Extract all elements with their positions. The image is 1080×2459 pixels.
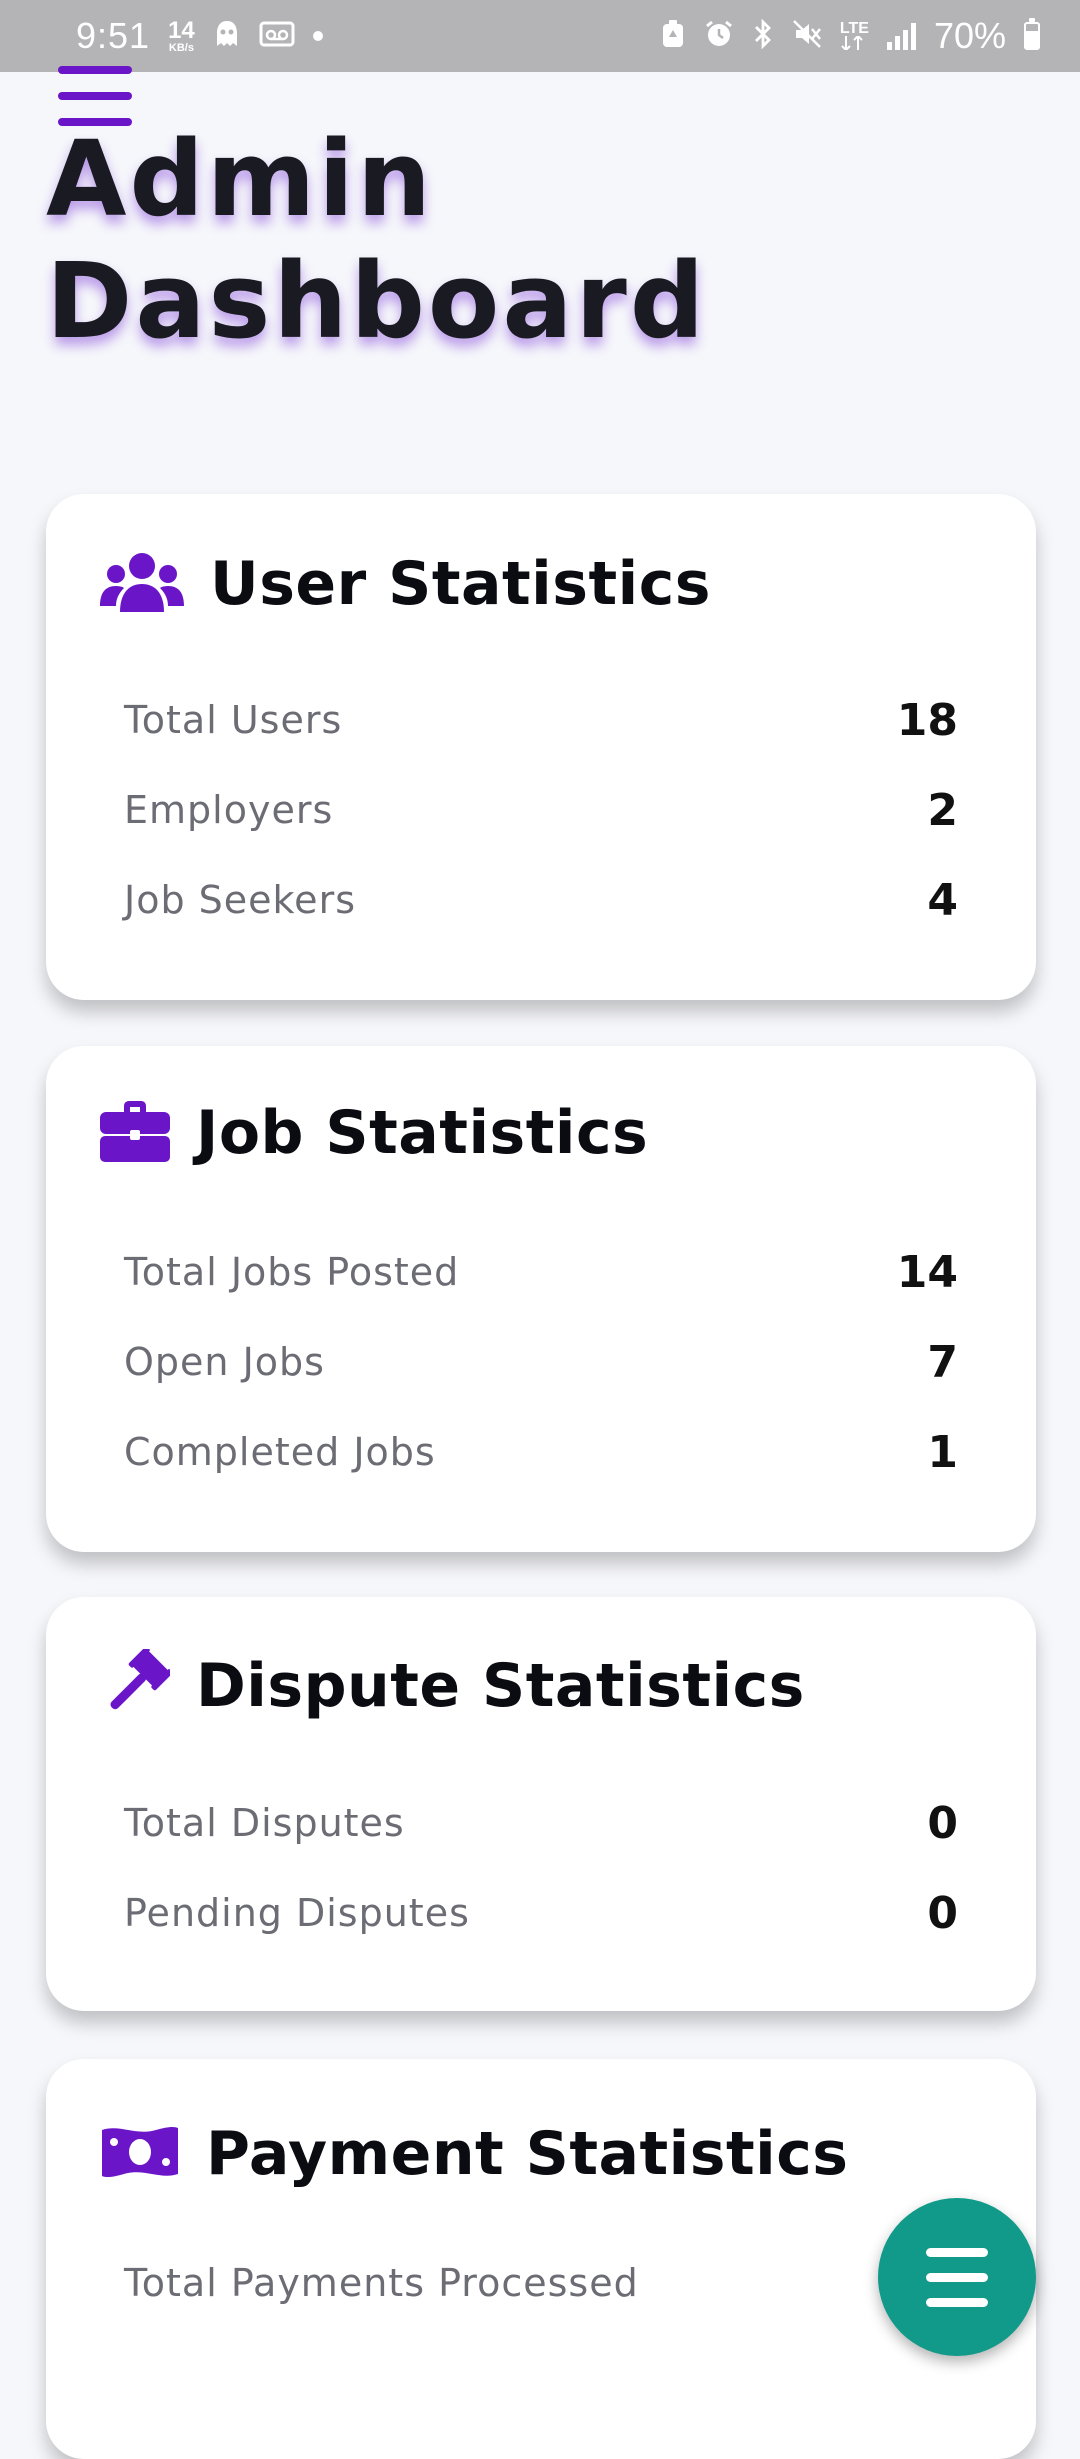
stat-row-job-seekers: Job Seekers 4: [124, 870, 958, 930]
stat-label: Total Disputes: [124, 1801, 405, 1845]
job-statistics-card: Job Statistics Total Jobs Posted 14 Open…: [46, 1046, 1036, 1552]
status-bar-right: LTE 70%: [660, 15, 1040, 57]
fab-line: [926, 2298, 988, 2307]
stat-label: Total Jobs Posted: [124, 1250, 460, 1294]
money-bill-icon: [100, 2122, 180, 2186]
card-title: Job Statistics: [196, 1098, 649, 1168]
stat-label: Job Seekers: [124, 878, 356, 922]
network-speed: 14 KB/s: [168, 16, 195, 54]
stat-value: 1: [927, 1426, 958, 1478]
stat-row-total-users: Total Users 18: [124, 690, 958, 750]
card-header: Job Statistics: [100, 1098, 648, 1168]
stat-label: Completed Jobs: [124, 1430, 436, 1474]
battery-percent: 70%: [933, 15, 1006, 56]
stat-value: 0: [927, 1887, 958, 1939]
stat-row-total-jobs-posted: Total Jobs Posted 14: [124, 1242, 958, 1302]
stat-row-pending-disputes: Pending Disputes 0: [124, 1883, 958, 1943]
stat-value: 18: [896, 694, 958, 746]
stat-value: 0: [927, 1797, 958, 1849]
stat-value: 14: [896, 1246, 958, 1298]
network-speed-value: 14: [168, 16, 195, 44]
status-time: 9:51: [76, 15, 151, 56]
battery-fill: [1026, 31, 1038, 48]
stat-value: 7: [927, 1336, 958, 1388]
card-title: User Statistics: [210, 549, 711, 619]
users-icon: [100, 546, 184, 622]
voicemail-icon: [259, 20, 295, 53]
fab-menu-button[interactable]: [878, 2198, 1036, 2356]
card-title: Dispute Statistics: [196, 1651, 805, 1721]
stat-row-employers: Employers 2: [124, 780, 958, 840]
stat-label: Open Jobs: [124, 1340, 325, 1384]
dot-icon: [312, 31, 323, 41]
bluetooth-icon: [752, 18, 774, 54]
stat-row-total-payments-processed: Total Payments Processed $0: [124, 2253, 958, 2313]
stat-label: Employers: [124, 788, 334, 832]
card-title: Payment Statistics: [206, 2119, 849, 2189]
status-bar: 9:51 14 KB/s LTE 70%: [0, 0, 1080, 72]
network-speed-unit: KB/s: [168, 41, 194, 54]
fab-line: [926, 2273, 988, 2282]
page-title: Admin Dashboard: [46, 118, 708, 362]
stat-label: Pending Disputes: [124, 1891, 470, 1935]
alarm-icon: [704, 19, 734, 54]
stat-value: 2: [927, 784, 958, 836]
ghost-icon: [213, 19, 241, 54]
gavel-icon: [100, 1646, 173, 1723]
fab-line: [926, 2248, 988, 2257]
status-bar-left: 9:51 14 KB/s: [76, 15, 323, 57]
user-statistics-card: User Statistics Total Users 18 Employers…: [46, 494, 1036, 1000]
card-header: Payment Statistics: [100, 2119, 849, 2189]
saver-icon: [660, 19, 686, 54]
stat-row-total-disputes: Total Disputes 0: [124, 1793, 958, 1853]
briefcase-icon: [100, 1100, 170, 1166]
stat-row-completed-jobs: Completed Jobs 1: [124, 1422, 958, 1482]
mute-icon: [792, 19, 822, 54]
card-header: Dispute Statistics: [100, 1646, 805, 1723]
stat-label: Total Users: [124, 698, 343, 742]
stat-label: Total Payments Processed: [124, 2261, 639, 2305]
card-header: User Statistics: [100, 546, 711, 622]
battery-icon: [1024, 18, 1040, 50]
stat-row-open-jobs: Open Jobs 7: [124, 1332, 958, 1392]
lte-label: LTE: [839, 19, 869, 37]
stat-value: 4: [927, 874, 958, 926]
dispute-statistics-card: Dispute Statistics Total Disputes 0 Pend…: [46, 1597, 1036, 2011]
lte-icon: LTE: [839, 19, 869, 51]
signal-icon: [886, 22, 916, 50]
